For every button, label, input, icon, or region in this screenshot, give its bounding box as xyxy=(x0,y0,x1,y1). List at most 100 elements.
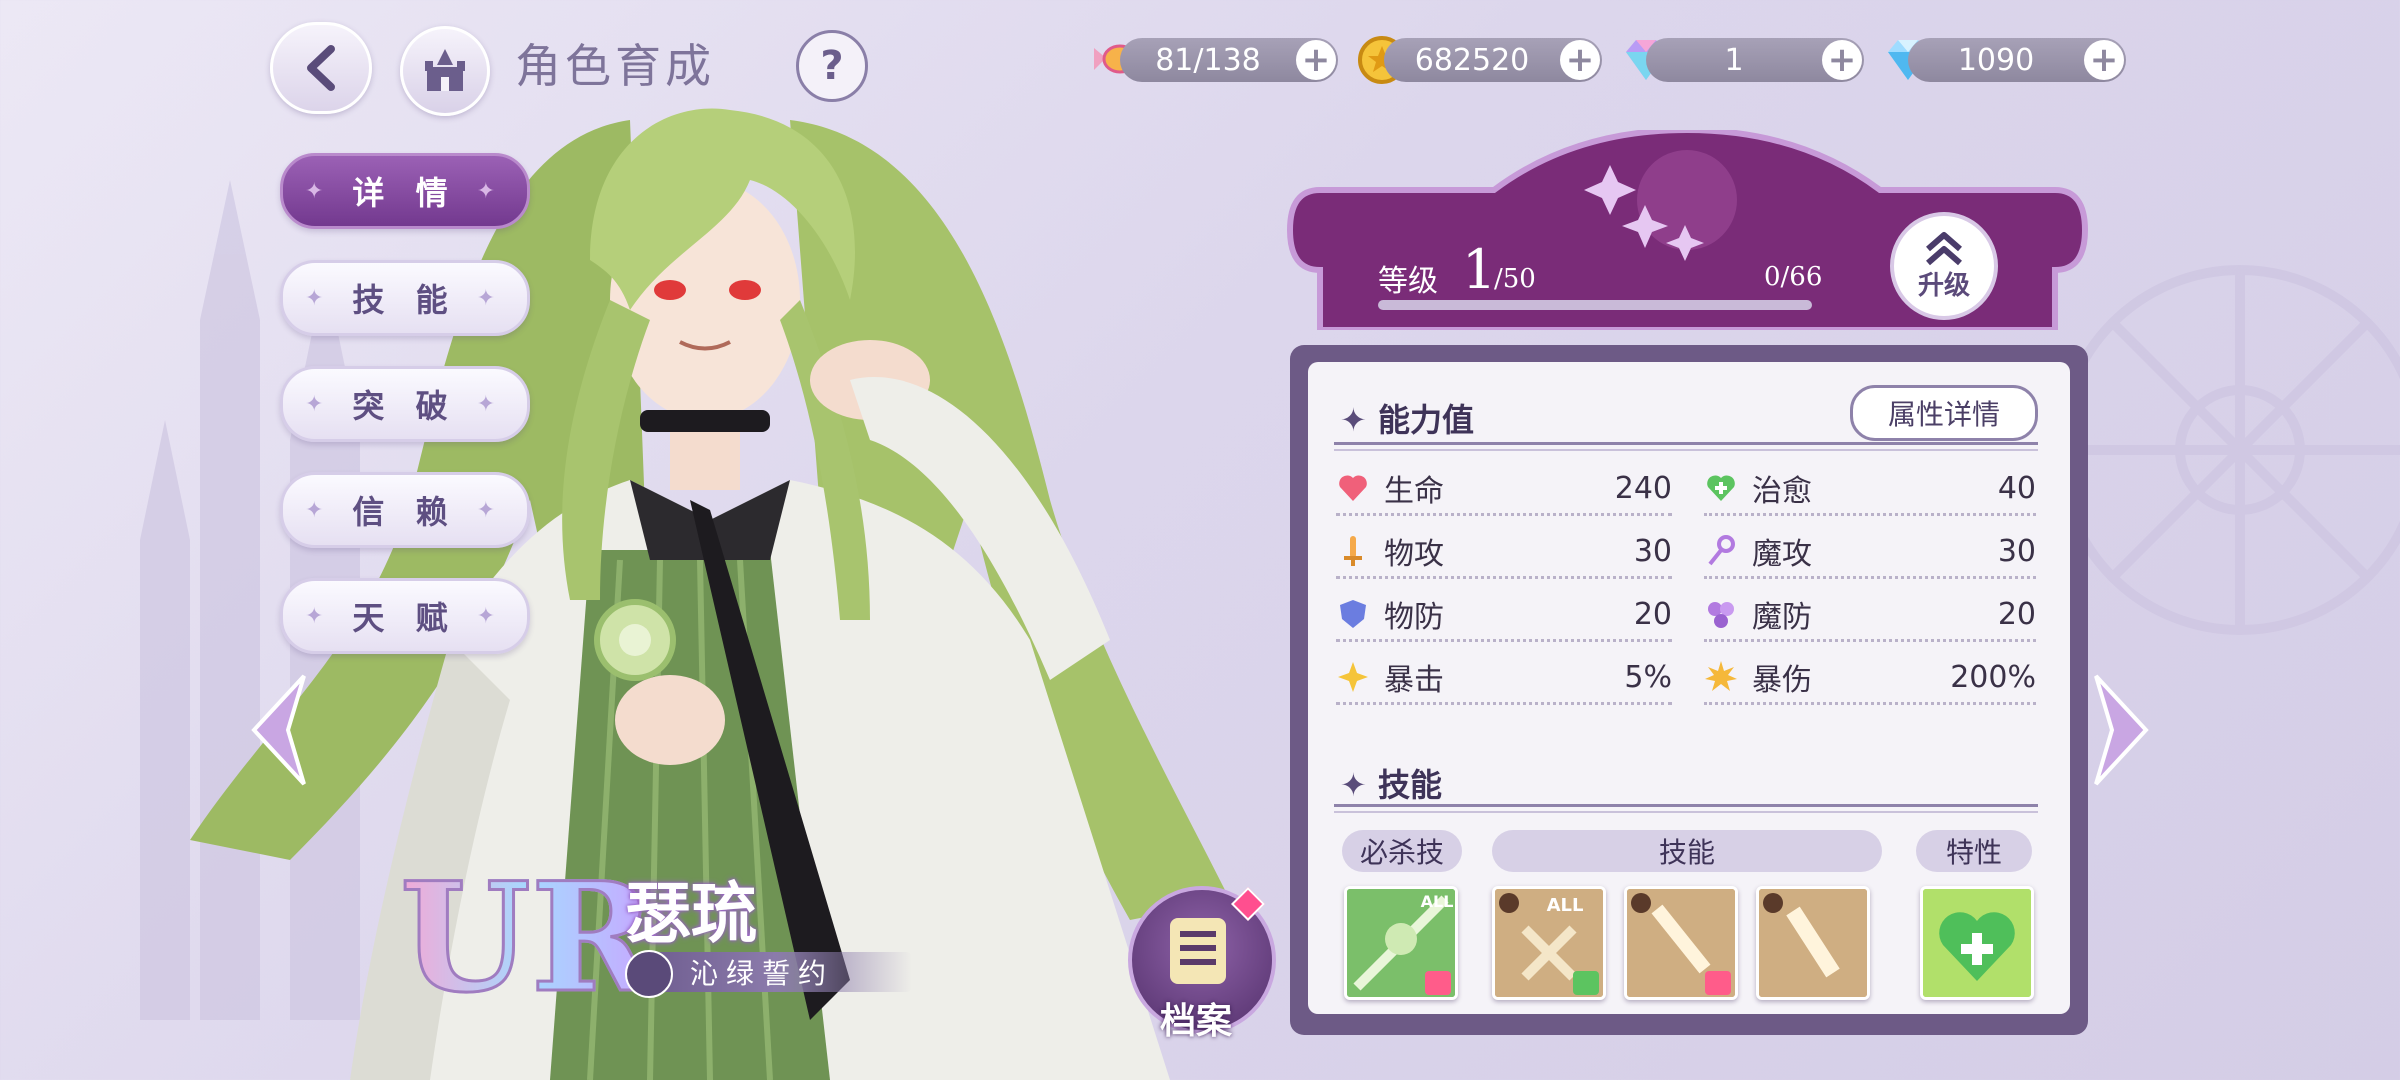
candy-value: 81/138 xyxy=(1155,42,1261,78)
stat-name: 魔防 xyxy=(1752,600,1812,635)
upgrade-label: 升级 xyxy=(1917,270,1970,301)
skill-icon xyxy=(1627,889,1735,997)
sparkle-icon: ✦ xyxy=(305,178,334,204)
stat-physical-attack: 物攻 30 xyxy=(1336,526,1672,579)
wand-icon xyxy=(1708,535,1735,566)
currency-rainbow-gem: 1 + xyxy=(1646,38,1864,82)
tab-label: 信 赖 xyxy=(352,493,458,531)
sparkle-icon: ✦ xyxy=(476,603,505,629)
exp-value: 0/66 xyxy=(1764,262,1823,292)
all-badge: ALL xyxy=(1421,892,1454,911)
stat-crit-damage: 暴伤 200% xyxy=(1704,652,2036,705)
tab-talent[interactable]: ✦ 天 赋 ✦ xyxy=(280,578,530,654)
prev-character-arrow[interactable] xyxy=(248,670,308,790)
tab-label: 详 情 xyxy=(352,174,458,212)
currency-gold: 682520 + xyxy=(1384,38,1602,82)
skill-card-1[interactable]: ALL xyxy=(1492,886,1606,1000)
castle-icon xyxy=(425,49,465,91)
skill-card-2[interactable] xyxy=(1624,886,1738,1000)
skill-card-3[interactable] xyxy=(1756,886,1870,1000)
stat-hp: 生命 240 xyxy=(1336,463,1672,516)
sparkle-icon: ✦ xyxy=(305,391,334,417)
stat-value: 30 xyxy=(1997,533,2036,569)
sparkle-icon: ✦ xyxy=(305,285,334,311)
add-diamond-button[interactable]: + xyxy=(2084,40,2124,80)
orbs-icon xyxy=(1708,602,1734,628)
ultimate-skill-card[interactable]: ALL xyxy=(1344,886,1458,1000)
rainbow-gem-value: 1 xyxy=(1724,42,1744,78)
stat-name: 物防 xyxy=(1384,600,1444,635)
trait-tag: 特性 xyxy=(1916,830,2032,872)
abilities-title: 能力值 xyxy=(1377,401,1474,439)
diamond-value: 1090 xyxy=(1957,42,2035,78)
currency-diamond: 1090 + xyxy=(1908,38,2126,82)
stat-name: 魔攻 xyxy=(1752,537,1812,572)
sparkle-icon: ✦ xyxy=(476,285,505,311)
stat-crit: 暴击 5% xyxy=(1336,652,1672,705)
add-candy-button[interactable]: + xyxy=(1296,40,1336,80)
add-rainbow-gem-button[interactable]: + xyxy=(1822,40,1862,80)
abilities-header: ✦ 能力值 xyxy=(1340,395,1474,441)
stat-value: 20 xyxy=(1633,596,1672,632)
add-gold-button[interactable]: + xyxy=(1560,40,1600,80)
help-button[interactable]: ? xyxy=(796,30,868,102)
stat-value: 240 xyxy=(1614,470,1672,506)
tab-breakthrough[interactable]: ✦ 突 破 ✦ xyxy=(280,366,530,442)
home-button[interactable] xyxy=(400,26,490,116)
sparkle-icon: ✦ xyxy=(1340,766,1378,804)
level-max: /50 xyxy=(1494,264,1536,294)
stats-left-column: 生命 240 物攻 30 物防 20 暴击 5% xyxy=(1336,463,1672,705)
archive-label: 档案 xyxy=(1160,1001,1233,1042)
rarity-badge: UR xyxy=(398,849,656,1028)
stat-magic-defense: 魔防 20 xyxy=(1704,589,2036,642)
sparkle-icon: ✦ xyxy=(1340,401,1378,439)
upgrade-button[interactable]: 升级 xyxy=(1890,212,1998,320)
stat-value: 5% xyxy=(1624,659,1672,695)
attribute-details-button[interactable]: 属性详情 xyxy=(1850,385,2038,441)
stat-value: 20 xyxy=(1997,596,2036,632)
page-title: 角色育成 xyxy=(515,39,715,93)
gold-value: 682520 xyxy=(1414,42,1530,78)
skills-tag: 技能 xyxy=(1492,830,1882,872)
stat-name: 生命 xyxy=(1384,474,1444,509)
character-name: 瑟琉 xyxy=(625,874,757,952)
heart-icon xyxy=(1339,475,1367,501)
skill-icon xyxy=(1759,889,1867,997)
sparkle-icon: ✦ xyxy=(476,178,505,204)
double-chevron-up-icon xyxy=(1926,231,1962,265)
stat-magic-attack: 魔攻 30 xyxy=(1704,526,2036,579)
sparkle-icon: ✦ xyxy=(476,497,505,523)
tab-skills[interactable]: ✦ 技 能 ✦ xyxy=(280,260,530,336)
stat-name: 暴伤 xyxy=(1752,663,1812,698)
tab-label: 突 破 xyxy=(352,387,458,425)
stat-value: 30 xyxy=(1633,533,1672,569)
stat-name: 暴击 xyxy=(1384,663,1444,698)
sparkle-icon: ✦ xyxy=(305,497,334,523)
stat-physical-defense: 物防 20 xyxy=(1336,589,1672,642)
level-label: 等级 xyxy=(1378,264,1438,299)
character-title: 沁绿誓约 xyxy=(690,957,835,990)
tab-details[interactable]: ✦ 详 情 ✦ xyxy=(280,153,530,229)
character-class-icon xyxy=(625,950,673,998)
back-button[interactable] xyxy=(270,22,372,114)
stat-heal: 治愈 40 xyxy=(1704,463,2036,516)
stat-value: 200% xyxy=(1950,659,2036,695)
trait-card[interactable] xyxy=(1920,886,2034,1000)
ultimate-skill-icon: ALL xyxy=(1347,889,1455,997)
stat-name: 治愈 xyxy=(1752,474,1812,509)
sparkle-icon: ✦ xyxy=(305,603,334,629)
section-divider xyxy=(1334,442,2038,451)
tab-trust[interactable]: ✦ 信 赖 ✦ xyxy=(280,472,530,548)
burst-icon xyxy=(1705,661,1737,691)
stat-value: 40 xyxy=(1997,470,2036,506)
all-badge: ALL xyxy=(1547,895,1584,916)
sparkle-icon: ✦ xyxy=(476,391,505,417)
tab-label: 天 赋 xyxy=(352,599,458,637)
stats-right-column: 治愈 40 魔攻 30 魔防 20 暴伤 200% xyxy=(1704,463,2036,705)
shield-icon xyxy=(1340,600,1366,628)
tab-label: 技 能 xyxy=(352,281,458,319)
ultimate-tag: 必杀技 xyxy=(1342,830,1462,872)
next-character-arrow[interactable] xyxy=(2092,670,2152,790)
level-value: 1 xyxy=(1462,238,1497,301)
skill-icon: ALL xyxy=(1495,889,1603,997)
